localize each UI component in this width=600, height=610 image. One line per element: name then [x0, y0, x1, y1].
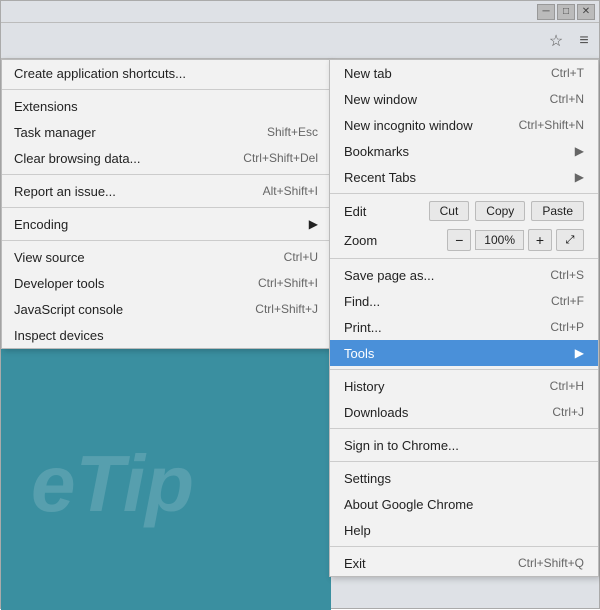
menu-item-about[interactable]: About Google Chrome: [330, 491, 598, 517]
watermark-text: eTip: [31, 438, 194, 530]
toolbar-right: ☆ ≡: [545, 30, 595, 52]
menu-item-settings[interactable]: Settings: [330, 465, 598, 491]
paste-button[interactable]: Paste: [531, 201, 584, 221]
left-menu-item-extensions[interactable]: Extensions: [2, 93, 330, 119]
menu-item-save-page[interactable]: Save page as... Ctrl+S: [330, 262, 598, 288]
menu-separator-signin: [330, 428, 598, 429]
menu-item-downloads[interactable]: Downloads Ctrl+J: [330, 399, 598, 425]
browser-window: ─ □ ✕ ☆ ≡: [0, 0, 600, 609]
menu-separator-settings: [330, 461, 598, 462]
close-button[interactable]: ✕: [577, 4, 595, 20]
menu-separator-3: [2, 207, 330, 208]
tools-submenu: Create application shortcuts... Extensio…: [1, 59, 331, 349]
menu-item-signin[interactable]: Sign in to Chrome...: [330, 432, 598, 458]
minimize-button[interactable]: ─: [537, 4, 555, 20]
edit-row: Edit Cut Copy Paste: [330, 197, 598, 225]
menu-item-new-window[interactable]: New window Ctrl+N: [330, 86, 598, 112]
menu-item-new-incognito[interactable]: New incognito window Ctrl+Shift+N: [330, 112, 598, 138]
fullscreen-button[interactable]: ⤢: [556, 229, 584, 251]
toolbar: ☆ ≡: [1, 23, 599, 59]
left-menu-item-report-issue[interactable]: Report an issue... Alt+Shift+I: [2, 178, 330, 204]
cut-button[interactable]: Cut: [429, 201, 470, 221]
zoom-row: Zoom − 100% + ⤢: [330, 225, 598, 255]
menu-item-find[interactable]: Find... Ctrl+F: [330, 288, 598, 314]
menu-separator: [2, 89, 330, 90]
menu-item-print[interactable]: Print... Ctrl+P: [330, 314, 598, 340]
menu-separator-edit: [330, 193, 598, 194]
chrome-main-menu: New tab Ctrl+T New window Ctrl+N New inc…: [329, 59, 599, 577]
menu-separator-4: [2, 240, 330, 241]
zoom-out-button[interactable]: −: [447, 229, 471, 251]
left-menu-item-view-source[interactable]: View source Ctrl+U: [2, 244, 330, 270]
menu-item-recent-tabs[interactable]: Recent Tabs ▶: [330, 164, 598, 190]
menu-item-new-tab[interactable]: New tab Ctrl+T: [330, 60, 598, 86]
left-menu-item-create-shortcuts[interactable]: Create application shortcuts...: [2, 60, 330, 86]
menu-item-help[interactable]: Help: [330, 517, 598, 543]
chrome-menu-icon[interactable]: ≡: [573, 30, 595, 52]
left-menu-item-developer-tools[interactable]: Developer tools Ctrl+Shift+I: [2, 270, 330, 296]
menu-item-bookmarks[interactable]: Bookmarks ▶: [330, 138, 598, 164]
menu-separator-exit: [330, 546, 598, 547]
zoom-value-display: 100%: [475, 230, 524, 250]
menu-separator-2: [2, 174, 330, 175]
menu-item-tools[interactable]: Tools ▶: [330, 340, 598, 366]
menu-separator-save: [330, 258, 598, 259]
copy-button[interactable]: Copy: [475, 201, 525, 221]
left-menu-item-task-manager[interactable]: Task manager Shift+Esc: [2, 119, 330, 145]
bookmark-star-icon[interactable]: ☆: [545, 30, 567, 52]
left-menu-item-javascript-console[interactable]: JavaScript console Ctrl+Shift+J: [2, 296, 330, 322]
menu-separator-history: [330, 369, 598, 370]
menu-item-exit[interactable]: Exit Ctrl+Shift+Q: [330, 550, 598, 576]
menu-item-history[interactable]: History Ctrl+H: [330, 373, 598, 399]
maximize-button[interactable]: □: [557, 4, 575, 20]
left-menu-item-inspect-devices[interactable]: Inspect devices: [2, 322, 330, 348]
title-bar: ─ □ ✕: [1, 1, 599, 23]
left-menu-item-clear-browsing[interactable]: Clear browsing data... Ctrl+Shift+Del: [2, 145, 330, 171]
left-menu-item-encoding[interactable]: Encoding ▶: [2, 211, 330, 237]
zoom-in-button[interactable]: +: [528, 229, 552, 251]
